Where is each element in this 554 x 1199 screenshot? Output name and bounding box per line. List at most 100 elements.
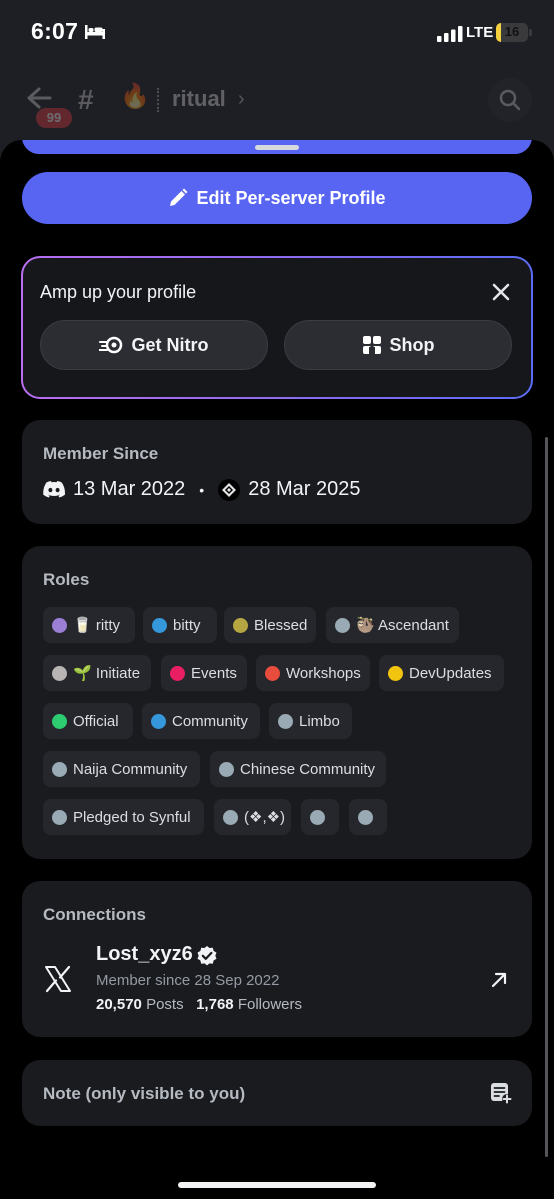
channel-name[interactable]: ritual [172, 86, 226, 112]
role-color-dot [52, 617, 67, 633]
role-color-dot [278, 713, 293, 729]
status-bar: 6:07 LTE 16 [0, 0, 554, 62]
nitro-icon [99, 336, 123, 354]
locked-channel-icon: # [78, 84, 94, 115]
sheet-grabber[interactable] [255, 145, 299, 150]
role-chip[interactable]: Chinese Community [210, 751, 386, 787]
followers-count: 1,768 [196, 996, 234, 1013]
role-label: DevUpdates [409, 664, 492, 682]
pencil-icon [170, 188, 188, 206]
connection-member-since: Member since 28 Sep 2022 [96, 972, 280, 989]
posts-label: Posts [146, 996, 184, 1013]
role-label: Chinese Community [240, 760, 376, 778]
chevron-right-icon: › [238, 88, 245, 110]
role-color-dot [52, 809, 67, 825]
external-link-icon[interactable] [490, 971, 508, 989]
amp-card-body: Amp up your profile Get Nitro Shop [23, 258, 531, 397]
role-color-dot [152, 617, 167, 633]
role-chip[interactable]: DevUpdates [379, 655, 504, 691]
connection-account-name[interactable]: Lost_xyz6 [96, 943, 193, 966]
followers-label: Followers [237, 996, 302, 1013]
cellular-signal-icon [437, 26, 463, 42]
network-type: LTE [466, 24, 494, 41]
server-icon [218, 478, 241, 501]
role-chip[interactable]: Events [161, 655, 247, 691]
unread-badge: 99 [36, 108, 72, 128]
search-button[interactable] [488, 78, 532, 122]
role-color-dot [151, 713, 166, 729]
role-label: Community [172, 712, 248, 730]
battery-percent: 16 [504, 24, 520, 39]
back-arrow-icon[interactable] [26, 86, 52, 110]
role-chip[interactable] [349, 799, 387, 835]
connection-stats: 20,570 Posts 1,768 Followers [96, 996, 302, 1013]
battery-icon: 16 [496, 23, 528, 42]
role-chip[interactable]: (❖,❖) [214, 799, 291, 835]
role-label: Official [73, 712, 119, 730]
role-chip[interactable]: Blessed [224, 607, 316, 643]
edit-profile-label: Edit Per-server Profile [196, 187, 386, 208]
role-label: Naija Community [73, 760, 188, 778]
role-color-dot [265, 665, 280, 681]
role-chip[interactable]: Naija Community [43, 751, 200, 787]
role-chip[interactable]: Workshops [256, 655, 370, 691]
role-chip[interactable]: Official [43, 703, 133, 739]
member-since-card: Member Since 13 Mar 2022 • 28 Mar 2025 [22, 420, 532, 524]
role-color-dot [233, 617, 248, 633]
scrollbar[interactable] [545, 437, 548, 1157]
posts-count: 20,570 [96, 996, 142, 1013]
x-logo-icon [45, 965, 71, 993]
role-color-dot [310, 809, 325, 825]
role-label: Events [191, 664, 237, 682]
role-label: 🦥 Ascendant [356, 617, 449, 634]
get-nitro-label: Get Nitro [131, 334, 209, 355]
role-color-dot [388, 665, 403, 681]
home-indicator[interactable] [178, 1182, 376, 1188]
role-color-dot [219, 761, 234, 777]
server-join-date: 28 Mar 2025 [248, 478, 361, 500]
amp-card-title: Amp up your profile [40, 282, 197, 302]
add-note-icon[interactable] [490, 1082, 512, 1104]
close-icon[interactable] [491, 282, 511, 302]
discord-logo-icon [43, 481, 65, 498]
role-label: Workshops [286, 664, 361, 682]
role-chip[interactable]: Limbo [269, 703, 352, 739]
shop-label: Shop [389, 334, 435, 355]
role-chip[interactable]: 🥛 ritty [43, 607, 135, 643]
role-label: 🌱 Initiate [73, 665, 141, 682]
roles-title: Roles [43, 570, 90, 589]
role-color-dot [170, 665, 185, 681]
battery-tip [529, 29, 532, 36]
verified-badge-icon [197, 946, 217, 966]
role-chip[interactable]: 🦥 Ascendant [326, 607, 459, 643]
role-color-dot [358, 809, 373, 825]
role-chip[interactable]: Pledged to Synful [43, 799, 204, 835]
role-label: (❖,❖) [244, 809, 286, 826]
amp-up-card: Amp up your profile Get Nitro Shop [21, 256, 533, 399]
member-since-row: 13 Mar 2022 • 28 Mar 2025 [43, 478, 361, 501]
role-color-dot [52, 761, 67, 777]
role-label: bitty [173, 616, 201, 634]
role-color-dot [52, 665, 67, 681]
search-icon [499, 89, 521, 111]
role-color-dot [52, 713, 67, 729]
role-chip[interactable] [301, 799, 339, 835]
role-color-dot [223, 809, 238, 825]
edit-per-server-profile-button[interactable]: Edit Per-server Profile [22, 172, 532, 224]
role-chip[interactable]: 🌱 Initiate [43, 655, 151, 691]
get-nitro-button[interactable]: Get Nitro [40, 320, 268, 370]
sleep-focus-icon [85, 25, 105, 39]
discord-join-date: 13 Mar 2022 [73, 478, 186, 500]
profile-sheet[interactable]: Edit Per-server Profile Amp up your prof… [0, 140, 554, 1199]
role-color-dot [335, 617, 350, 633]
note-placeholder: Note (only visible to you) [43, 1084, 246, 1103]
shop-icon [362, 336, 381, 354]
role-chip[interactable]: bitty [143, 607, 217, 643]
shop-button[interactable]: Shop [284, 320, 512, 370]
role-chip[interactable]: Community [142, 703, 260, 739]
member-since-title: Member Since [43, 444, 159, 463]
note-card[interactable]: Note (only visible to you) [22, 1060, 532, 1126]
channel-header: 99 # 🔥 ritual › [0, 62, 554, 140]
role-label: Pledged to Synful [73, 808, 191, 826]
roles-card: Roles 🥛 ritty bitty Blessed 🦥 Ascendant 🌱 In… [22, 546, 532, 859]
